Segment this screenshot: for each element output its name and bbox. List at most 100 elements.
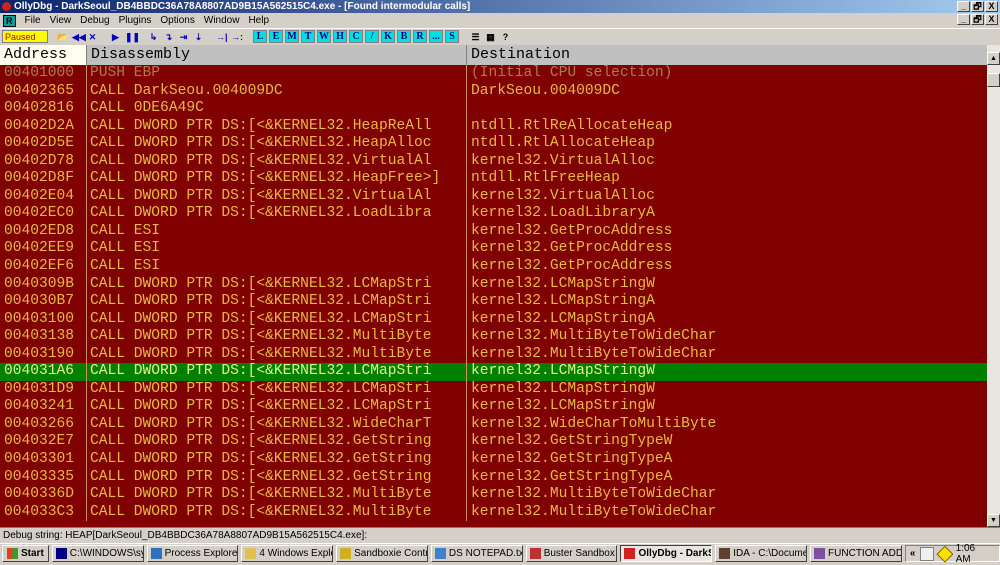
- table-row[interactable]: 00402EC0 CALL DWORD PTR DS:[<&KERNEL32.Lo…: [0, 205, 987, 223]
- toolbar-button-icon[interactable]: ↳: [147, 30, 160, 43]
- taskbar-label: 4 Windows Explo... ▾: [259, 548, 332, 559]
- table-row[interactable]: 00403266 CALL DWORD PTR DS:[<&KERNEL32.Wi…: [0, 415, 987, 434]
- toolbar-button-icon[interactable]: →|: [215, 30, 228, 43]
- start-button[interactable]: Start: [2, 545, 49, 562]
- restore-mdi-icon[interactable]: R: [3, 14, 16, 27]
- window-l-button[interactable]: L: [253, 30, 267, 43]
- tray-expand-button[interactable]: «: [910, 548, 916, 559]
- menu-file[interactable]: File: [25, 15, 41, 26]
- window-r-button[interactable]: R: [413, 30, 427, 43]
- app-icon: [150, 548, 162, 559]
- taskbar-button[interactable]: C:\WINDOWS\sys...: [51, 545, 144, 562]
- disassembly-cell: CALL DWORD PTR DS:[<&KERNEL32.MultiByte: [87, 486, 467, 504]
- table-row[interactable]: 00402E04 CALL DWORD PTR DS:[<&KERNEL32.Vi…: [0, 187, 987, 206]
- window-slash-button[interactable]: /: [365, 30, 379, 43]
- disassembly-cell: CALL ESI: [87, 258, 467, 276]
- scroll-up-arrow-icon[interactable]: ▲: [987, 52, 1000, 65]
- taskbar-button[interactable]: IDA - C:\Documen...: [715, 545, 808, 562]
- scroll-down-arrow-icon[interactable]: ▼: [987, 514, 1000, 527]
- app-icon: [340, 548, 352, 559]
- table-row[interactable]: 00402ED8 CALL ESI kernel32.GetProcAddress: [0, 222, 987, 241]
- menu-view[interactable]: View: [50, 15, 72, 26]
- close-button[interactable]: X: [985, 1, 998, 12]
- column-destination[interactable]: Destination: [467, 45, 987, 65]
- table-row[interactable]: 00402816 CALL 0DE6A49C: [0, 100, 987, 118]
- window-w-button[interactable]: W: [317, 30, 331, 43]
- list-icon[interactable]: ☰: [469, 30, 482, 43]
- toolbar-button-icon[interactable]: ↴: [162, 30, 175, 43]
- toolbar-button-icon[interactable]: ⇥: [177, 30, 190, 43]
- destination-cell: kernel32.LCMapStringA: [471, 293, 655, 310]
- window-more-button[interactable]: ...: [429, 30, 443, 43]
- table-row[interactable]: 00403301 CALL DWORD PTR DS:[<&KERNEL32.Ge…: [0, 451, 987, 469]
- minimize-button[interactable]: _: [957, 1, 970, 12]
- taskbar-button[interactable]: Buster Sandbox A...: [525, 545, 618, 562]
- taskbar-button[interactable]: 4 Windows Explo... ▾: [241, 545, 334, 562]
- table-row[interactable]: 00402D2A CALL DWORD PTR DS:[<&KERNEL32.He…: [0, 117, 987, 136]
- table-row[interactable]: 004032E7 CALL DWORD PTR DS:[<&KERNEL32.Ge…: [0, 433, 987, 452]
- menu-debug[interactable]: Debug: [80, 15, 109, 26]
- toolbar-button-icon[interactable]: ◀◀: [71, 30, 86, 43]
- table-row[interactable]: 004031A6 CALL DWORD PTR DS:[<&KERNEL32.LC…: [0, 363, 987, 381]
- toolbar-button-icon[interactable]: 📂: [56, 30, 69, 43]
- table-row[interactable]: 00403241 CALL DWORD PTR DS:[<&KERNEL32.LC…: [0, 398, 987, 416]
- tray-app-icon[interactable]: [920, 546, 934, 561]
- column-disassembly[interactable]: Disassembly: [87, 45, 467, 65]
- maximize-button[interactable]: 🗗: [971, 1, 984, 12]
- toolbar-button-icon[interactable]: →:: [230, 30, 243, 43]
- child-maximize-button[interactable]: 🗗: [971, 14, 984, 25]
- table-row[interactable]: 0040309B CALL DWORD PTR DS:[<&KERNEL32.LC…: [0, 275, 987, 294]
- toolbar-button-icon[interactable]: ⇣: [192, 30, 205, 43]
- window-t-button[interactable]: T: [301, 30, 315, 43]
- child-close-button[interactable]: X: [985, 14, 998, 25]
- window-h-button[interactable]: H: [333, 30, 347, 43]
- table-row[interactable]: 00403335 CALL DWORD PTR DS:[<&KERNEL32.Ge…: [0, 468, 987, 487]
- disassembly-cell: CALL DWORD PTR DS:[<&KERNEL32.LCMapStri: [87, 275, 467, 294]
- menu-plugins[interactable]: Plugins: [119, 15, 152, 26]
- help-icon[interactable]: ?: [499, 30, 512, 43]
- table-row[interactable]: 00402365 CALL DarkSeou.004009DC DarkSeou.0…: [0, 82, 987, 101]
- scroll-thumb[interactable]: [987, 73, 1000, 87]
- window-b-button[interactable]: B: [397, 30, 411, 43]
- table-row[interactable]: 00402EE9 CALL ESI kernel32.GetProcAddress: [0, 240, 987, 259]
- menu-options[interactable]: Options: [160, 15, 194, 26]
- taskbar-button[interactable]: Sandboxie Control: [336, 545, 428, 562]
- vertical-scrollbar[interactable]: ▲ ▼: [987, 45, 1000, 527]
- child-minimize-button[interactable]: _: [957, 14, 970, 25]
- table-row[interactable]: 00402D78 CALL DWORD PTR DS:[<&KERNEL32.Vi…: [0, 152, 987, 171]
- menu-help[interactable]: Help: [248, 15, 269, 26]
- window-k-button[interactable]: K: [381, 30, 395, 43]
- table-row[interactable]: 004033C3 CALL DWORD PTR DS:[<&KERNEL32.Mu…: [0, 503, 987, 522]
- destination-cell: kernel32.LCMapStringW: [471, 363, 655, 380]
- table-row[interactable]: 00401000 PUSH EBP (Initial CPU selection): [0, 65, 987, 83]
- taskbar-button[interactable]: OllyDbg - DarkS...: [620, 545, 713, 562]
- destination-cell: ntdll.RtlFreeHeap: [471, 170, 620, 187]
- window-e-button[interactable]: E: [269, 30, 283, 43]
- table-row[interactable]: 004031D9 CALL DWORD PTR DS:[<&KERNEL32.LC…: [0, 380, 987, 399]
- table-row[interactable]: 00403190 CALL DWORD PTR DS:[<&KERNEL32.Mu…: [0, 345, 987, 364]
- table-row[interactable]: 004030B7 CALL DWORD PTR DS:[<&KERNEL32.LC…: [0, 293, 987, 311]
- disassembly-cell: CALL 0DE6A49C: [87, 100, 467, 118]
- colors-icon[interactable]: ▦: [484, 30, 497, 43]
- menu-window[interactable]: Window: [204, 15, 240, 26]
- address-cell: 00403301: [0, 451, 87, 469]
- toolbar-button-icon[interactable]: ▶: [109, 30, 122, 43]
- toolbar-button-icon[interactable]: ❚❚: [124, 30, 140, 43]
- tray-network-icon[interactable]: [936, 545, 954, 562]
- window-m-button[interactable]: M: [285, 30, 299, 43]
- window-s-button[interactable]: S: [445, 30, 459, 43]
- column-address[interactable]: Address: [0, 45, 87, 65]
- taskbar-button[interactable]: FUNCTION ADDRE...: [810, 545, 902, 562]
- taskbar-button[interactable]: DS NOTEPAD.txt -...: [430, 545, 523, 562]
- destination-cell: kernel32.VirtualAlloc: [471, 152, 655, 169]
- table-row[interactable]: 00402D8F CALL DWORD PTR DS:[<&KERNEL32.He…: [0, 170, 987, 188]
- taskbar-button[interactable]: Process Explorer -...: [146, 545, 239, 562]
- window-c-button[interactable]: C: [349, 30, 363, 43]
- table-row[interactable]: 00403138 CALL DWORD PTR DS:[<&KERNEL32.Mu…: [0, 328, 987, 346]
- table-row[interactable]: 00402D5E CALL DWORD PTR DS:[<&KERNEL32.He…: [0, 135, 987, 153]
- toolbar-button-icon[interactable]: ✕: [86, 30, 99, 43]
- disassembly-cell: CALL DWORD PTR DS:[<&KERNEL32.GetString: [87, 468, 467, 487]
- table-row[interactable]: 0040336D CALL DWORD PTR DS:[<&KERNEL32.Mu…: [0, 486, 987, 504]
- table-row[interactable]: 00403100 CALL DWORD PTR DS:[<&KERNEL32.LC…: [0, 310, 987, 329]
- table-row[interactable]: 00402EF6 CALL ESI kernel32.GetProcAddress: [0, 258, 987, 276]
